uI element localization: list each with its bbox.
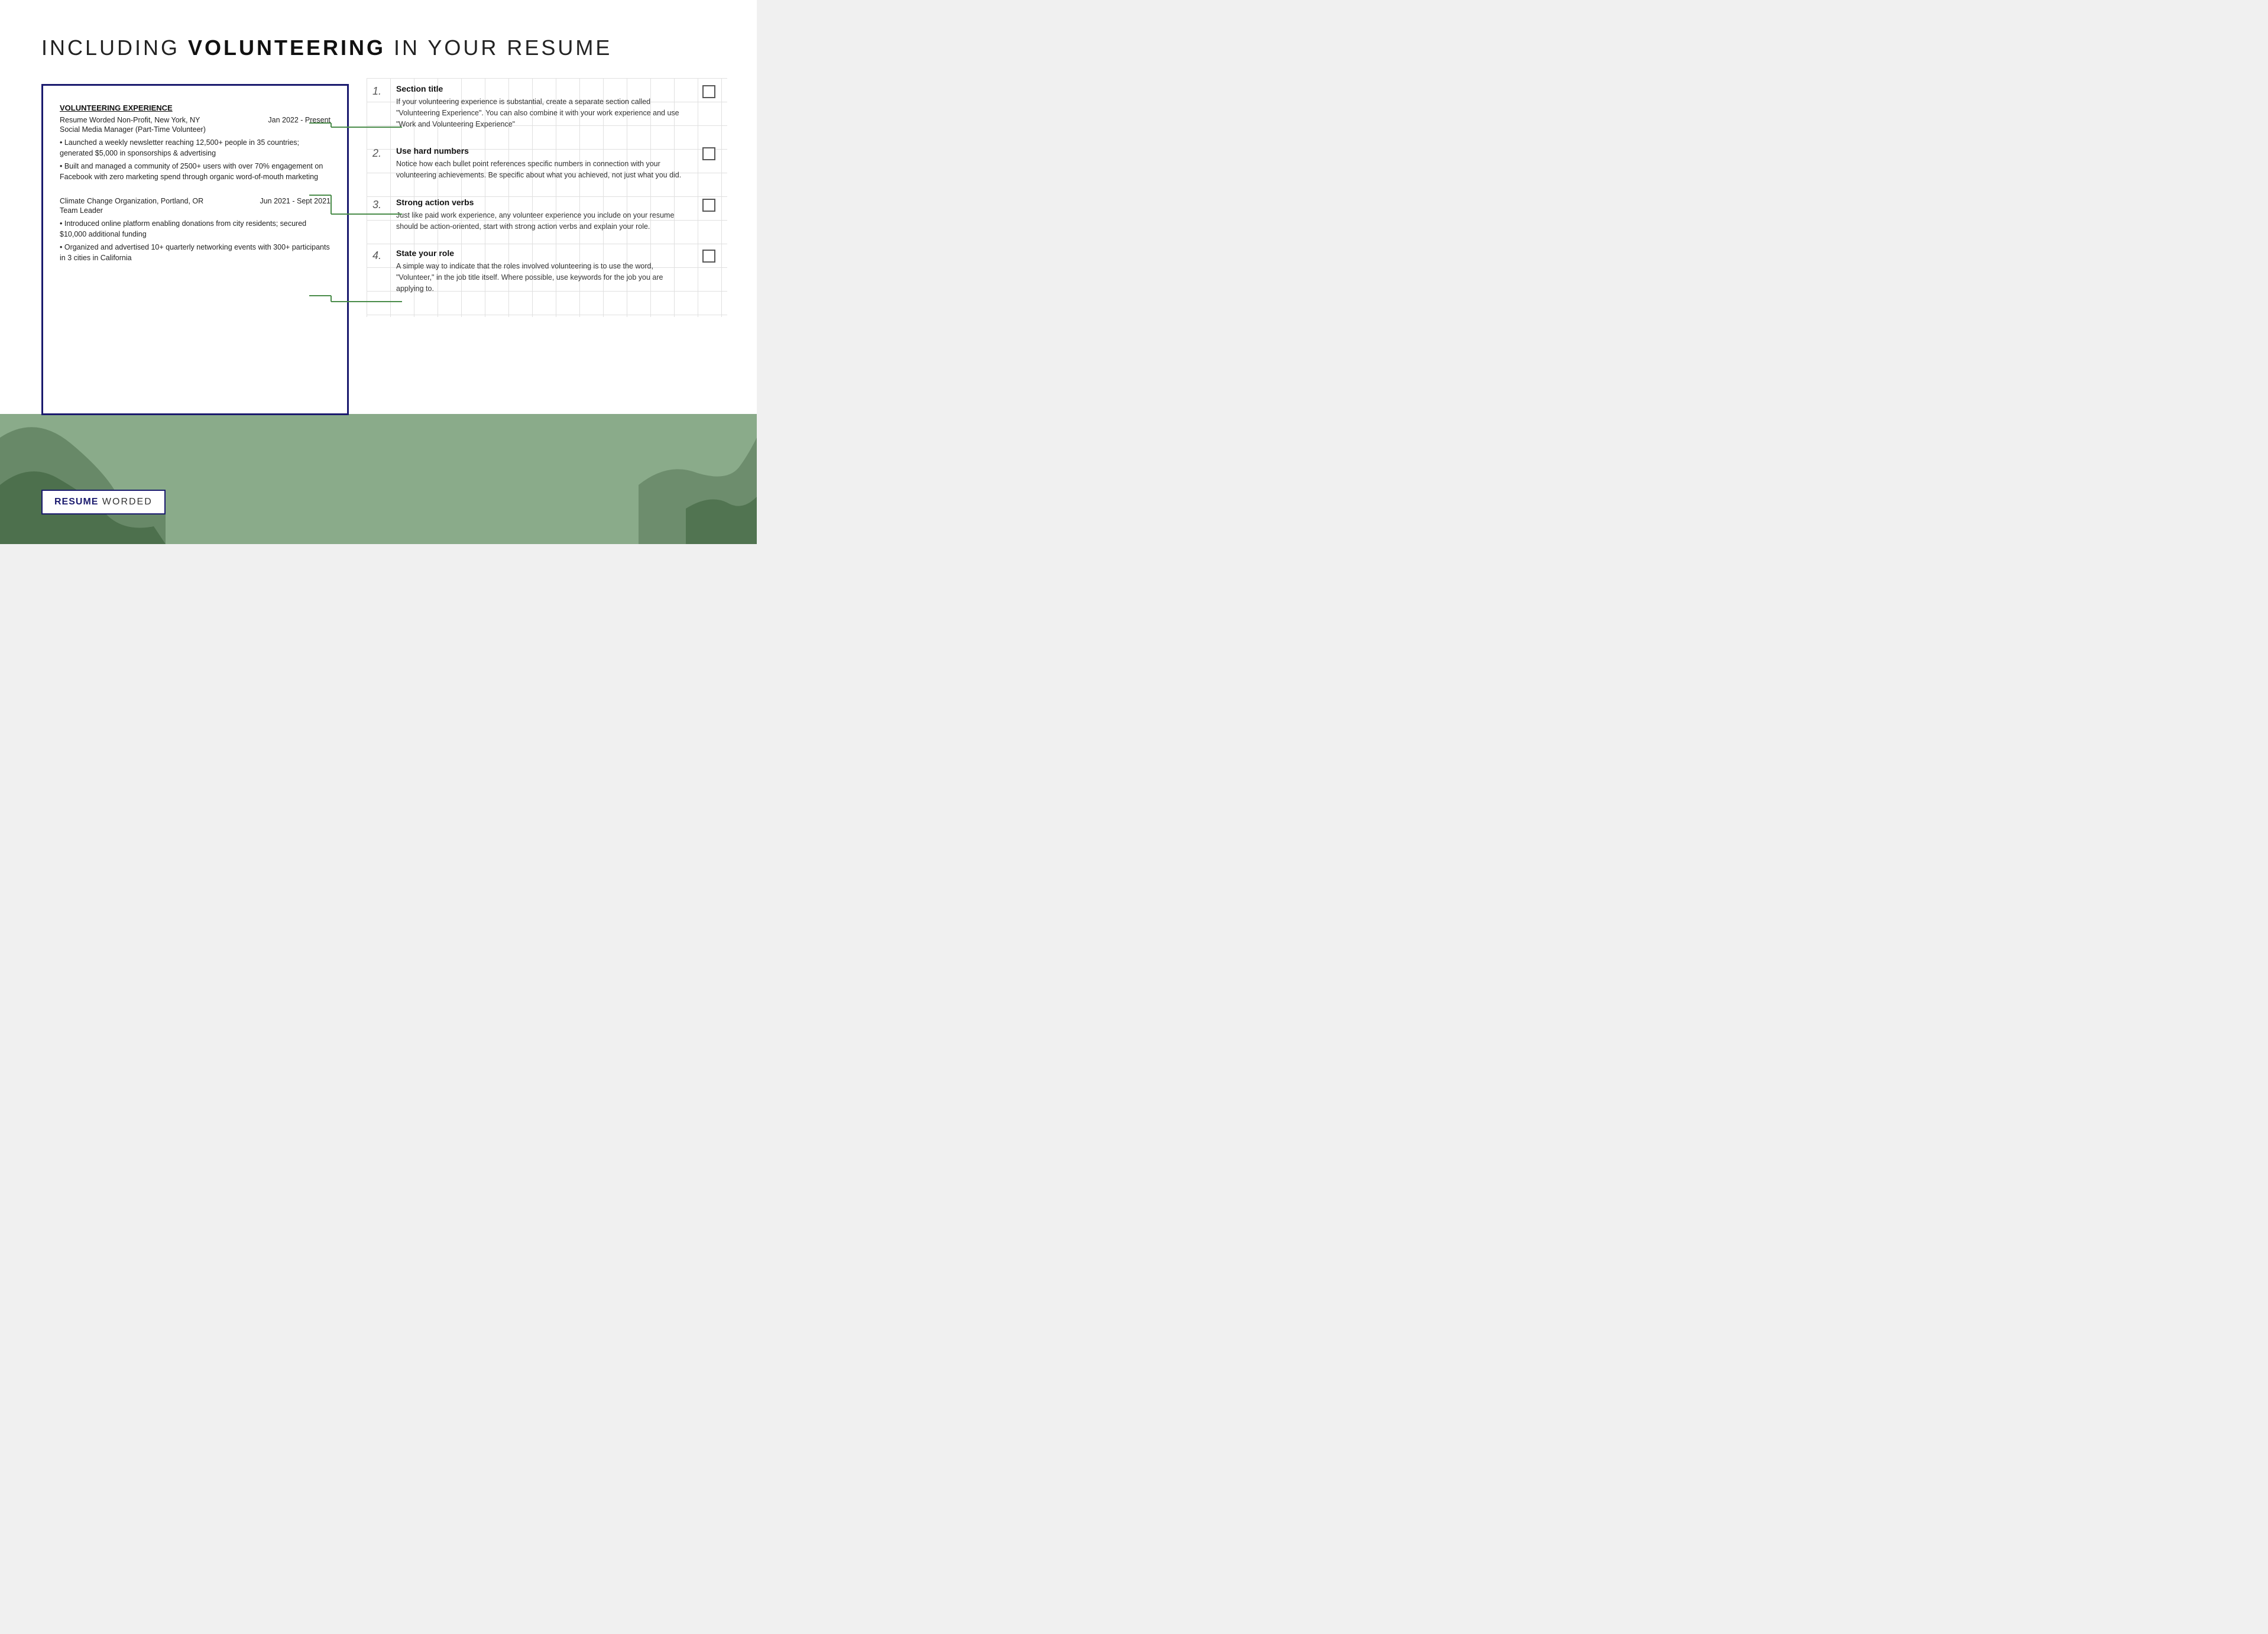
resume-entry2-role: Team Leader — [60, 206, 331, 215]
brand-normal: WORDED — [98, 497, 152, 507]
brand-box: RESUME WORDED — [41, 490, 166, 515]
tip-4-title: State your role — [396, 248, 691, 258]
tip-2-number: 2. — [372, 146, 396, 160]
resume-entry2-bullet2: • Organized and advertised 10+ quarterly… — [60, 242, 331, 263]
tip-2-desc: Notice how each bullet point references … — [396, 158, 691, 181]
resume-section-title: VOLUNTEERING EXPERIENCE — [60, 103, 331, 112]
tip-2-title: Use hard numbers — [396, 146, 691, 156]
tip-2: 2. Use hard numbers Notice how each bull… — [372, 146, 715, 181]
tip-3-title: Strong action verbs — [396, 198, 691, 207]
content-area: VOLUNTEERING EXPERIENCE Resume Worded No… — [41, 84, 715, 415]
resume-entry1-bullet2: • Built and managed a community of 2500+… — [60, 161, 331, 182]
tip-1-desc: If your volunteering experience is subst… — [396, 96, 691, 130]
resume-entry2-org: Climate Change Organization, Portland, O… — [60, 197, 203, 205]
tip-4: 4. State your role A simple way to indic… — [372, 248, 715, 294]
tip-1: 1. Section title If your volunteering ex… — [372, 84, 715, 130]
brand-bold: RESUME — [54, 497, 98, 507]
resume-box: VOLUNTEERING EXPERIENCE Resume Worded No… — [41, 84, 349, 415]
right-panel: 1. Section title If your volunteering ex… — [349, 84, 715, 311]
tip-1-body: Section title If your volunteering exper… — [396, 84, 691, 130]
page-title: INCLUDING VOLUNTEERING IN YOUR RESUME — [41, 35, 715, 60]
resume-entry2-org-row: Climate Change Organization, Portland, O… — [60, 197, 331, 205]
tip-3: 3. Strong action verbs Just like paid wo… — [372, 198, 715, 232]
branding-area: RESUME WORDED — [41, 490, 166, 515]
tip-3-checkbox[interactable] — [702, 199, 715, 212]
resume-entry2-dates: Jun 2021 - Sept 2021 — [260, 197, 331, 205]
resume-entry1-bullet1: • Launched a weekly newsletter reaching … — [60, 137, 331, 158]
tip-3-number: 3. — [372, 198, 396, 211]
tip-3-body: Strong action verbs Just like paid work … — [396, 198, 691, 232]
tip-2-checkbox[interactable] — [702, 147, 715, 160]
tip-4-desc: A simple way to indicate that the roles … — [396, 261, 691, 294]
resume-entry1-org-row: Resume Worded Non-Profit, New York, NY J… — [60, 116, 331, 124]
resume-entry1-role: Social Media Manager (Part-Time Voluntee… — [60, 125, 331, 134]
tip-1-title: Section title — [396, 84, 691, 93]
main-content: INCLUDING VOLUNTEERING IN YOUR RESUME VO… — [0, 0, 757, 439]
tip-1-number: 1. — [372, 84, 396, 98]
brand-text: RESUME WORDED — [54, 497, 153, 507]
resume-entry2-bullet1: • Introduced online platform enabling do… — [60, 218, 331, 240]
tip-4-body: State your role A simple way to indicate… — [396, 248, 691, 294]
resume-entry1-org: Resume Worded Non-Profit, New York, NY — [60, 116, 200, 124]
tip-1-checkbox[interactable] — [702, 85, 715, 98]
tip-2-body: Use hard numbers Notice how each bullet … — [396, 146, 691, 181]
tip-3-desc: Just like paid work experience, any volu… — [396, 210, 691, 232]
resume-entry1-dates: Jan 2022 - Present — [268, 116, 331, 124]
tip-4-number: 4. — [372, 248, 396, 262]
tip-4-checkbox[interactable] — [702, 250, 715, 263]
